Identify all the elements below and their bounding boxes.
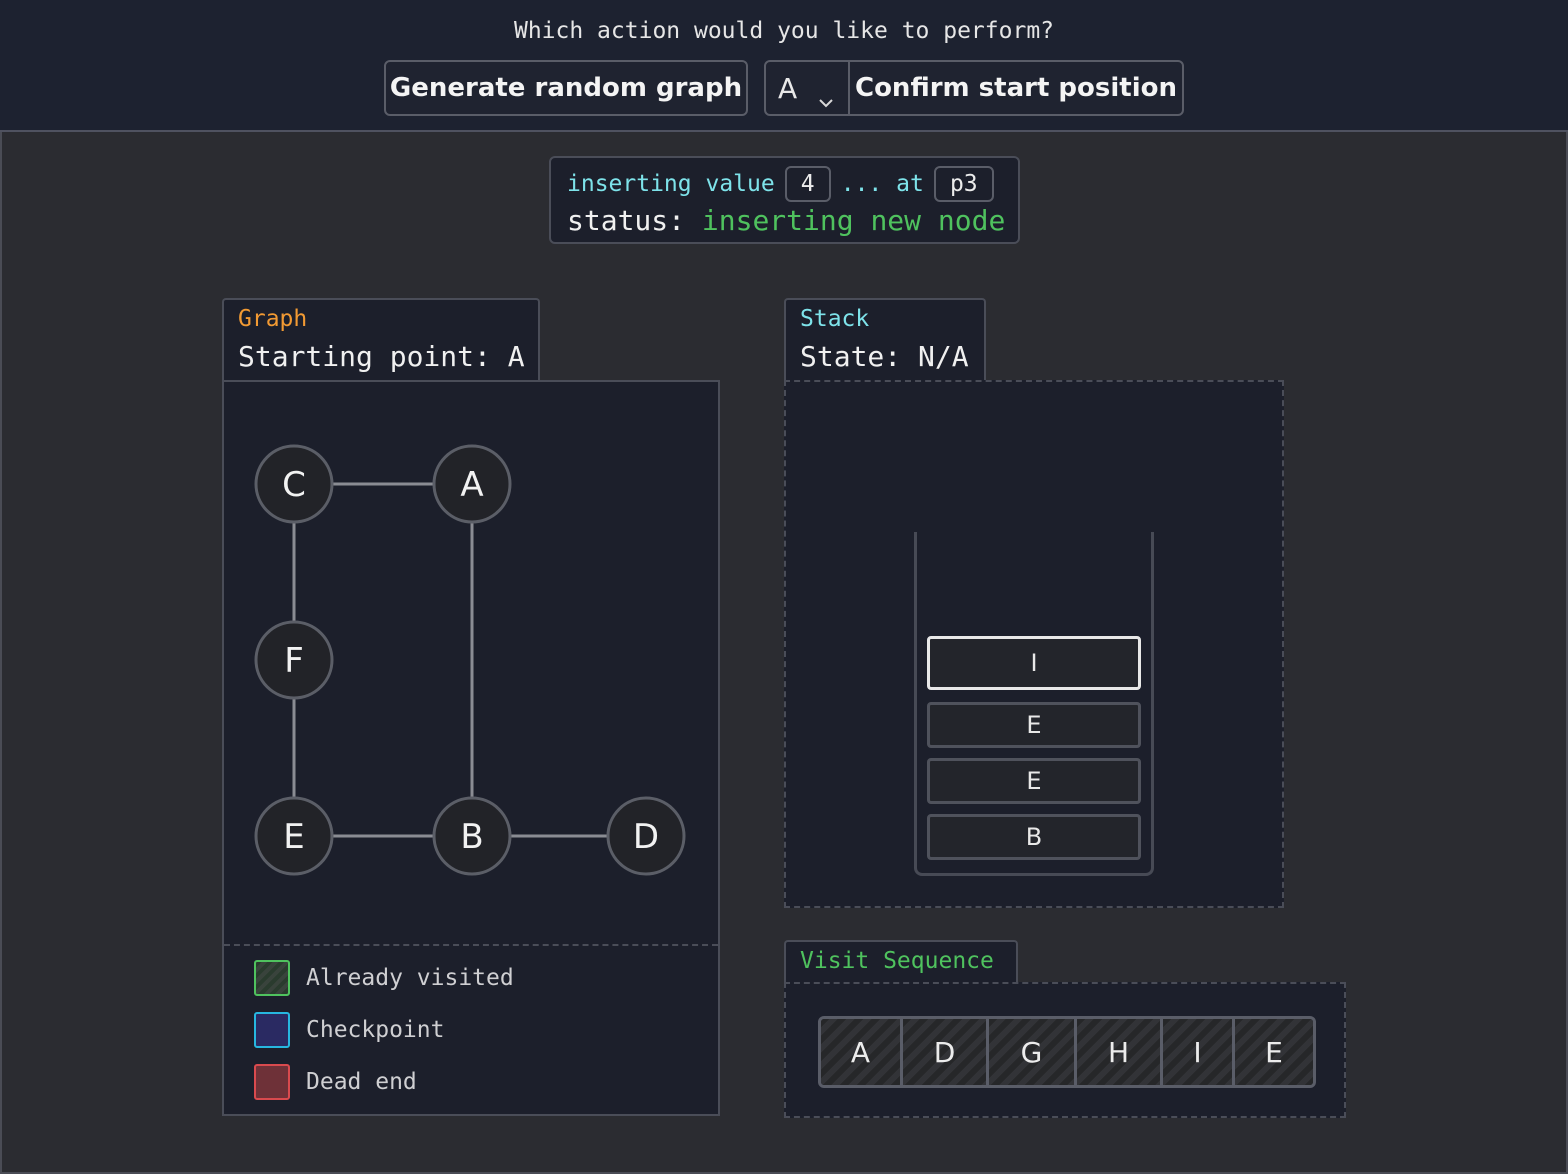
visit-sequence-item: H	[1077, 1019, 1163, 1085]
start-position-control: A Confirm start position	[764, 60, 1184, 116]
status-label: status:	[567, 204, 686, 237]
stack-item: E	[927, 758, 1141, 804]
legend-divider	[224, 944, 718, 946]
stack-container: IEEB	[914, 532, 1154, 876]
graph-node-F[interactable]: F	[254, 620, 334, 700]
checkpoint-swatch	[254, 1012, 290, 1048]
graph-canvas: C A F E B D	[254, 444, 686, 876]
graph-tab: Graph Starting point: A	[222, 298, 540, 382]
legend-label: Already visited	[306, 965, 514, 991]
stack-item: B	[927, 814, 1141, 860]
graph-node-D[interactable]: D	[606, 796, 686, 876]
stack-state: State: N/A	[800, 340, 969, 373]
legend-item-visited: Already visited	[254, 960, 514, 996]
legend-item-dead-end: Dead end	[254, 1064, 417, 1100]
graph-node-label: A	[460, 465, 483, 505]
graph-node-label: D	[633, 817, 659, 857]
graph-starting-point: Starting point: A	[238, 340, 525, 373]
action-header: Which action would you like to perform? …	[0, 0, 1568, 132]
visit-sequence-item: E	[1235, 1019, 1313, 1085]
stack-tab-title: Stack	[800, 306, 870, 332]
graph-tab-title: Graph	[238, 306, 308, 332]
visit-sequence-panel: ADGHIE	[784, 982, 1346, 1118]
graph-panel: C A F E B D Already visited Checkpoint Dead e…	[222, 380, 720, 1116]
visit-sequence-strip: ADGHIE	[818, 1016, 1316, 1088]
legend-item-checkpoint: Checkpoint	[254, 1012, 444, 1048]
visit-sequence-item: D	[903, 1019, 989, 1085]
visit-sequence-tab: Visit Sequence	[784, 940, 1018, 984]
graph-node-A[interactable]: A	[432, 444, 512, 524]
at-label: ... at	[840, 171, 924, 197]
stack-top-item: I	[927, 636, 1141, 690]
visit-sequence-item: G	[989, 1019, 1077, 1085]
legend-label: Checkpoint	[306, 1017, 445, 1043]
generate-random-graph-button[interactable]: Generate random graph	[384, 60, 748, 116]
stack-panel: IEEB	[784, 380, 1284, 908]
chevron-down-icon	[818, 82, 834, 115]
graph-node-E[interactable]: E	[254, 796, 334, 876]
status-value: inserting new node	[701, 204, 1006, 237]
confirm-start-position-button[interactable]: Confirm start position	[850, 62, 1182, 114]
status-panel: inserting value 4 ... at p3 status: inse…	[549, 156, 1020, 244]
start-node-select[interactable]: A	[766, 62, 850, 114]
visit-sequence-item: I	[1163, 1019, 1235, 1085]
graph-node-label: F	[284, 641, 304, 681]
graph-node-label: C	[282, 465, 306, 505]
graph-node-C[interactable]: C	[254, 444, 334, 524]
visit-sequence-item: A	[821, 1019, 903, 1085]
visit-sequence-title: Visit Sequence	[800, 948, 994, 974]
inserting-value-chip: 4	[784, 166, 831, 202]
action-prompt: Which action would you like to perform?	[513, 18, 1055, 44]
start-node-select-value: A	[778, 71, 798, 105]
graph-node-B[interactable]: B	[432, 796, 512, 876]
stack-tab: Stack State: N/A	[784, 298, 986, 382]
graph-node-label: E	[283, 817, 304, 857]
dead-end-swatch	[254, 1064, 290, 1100]
stack-item: E	[927, 702, 1141, 748]
inserting-label: inserting value	[567, 171, 775, 197]
visited-swatch	[254, 960, 290, 996]
position-chip: p3	[933, 166, 994, 202]
legend-label: Dead end	[306, 1069, 417, 1095]
graph-node-label: B	[460, 817, 483, 857]
